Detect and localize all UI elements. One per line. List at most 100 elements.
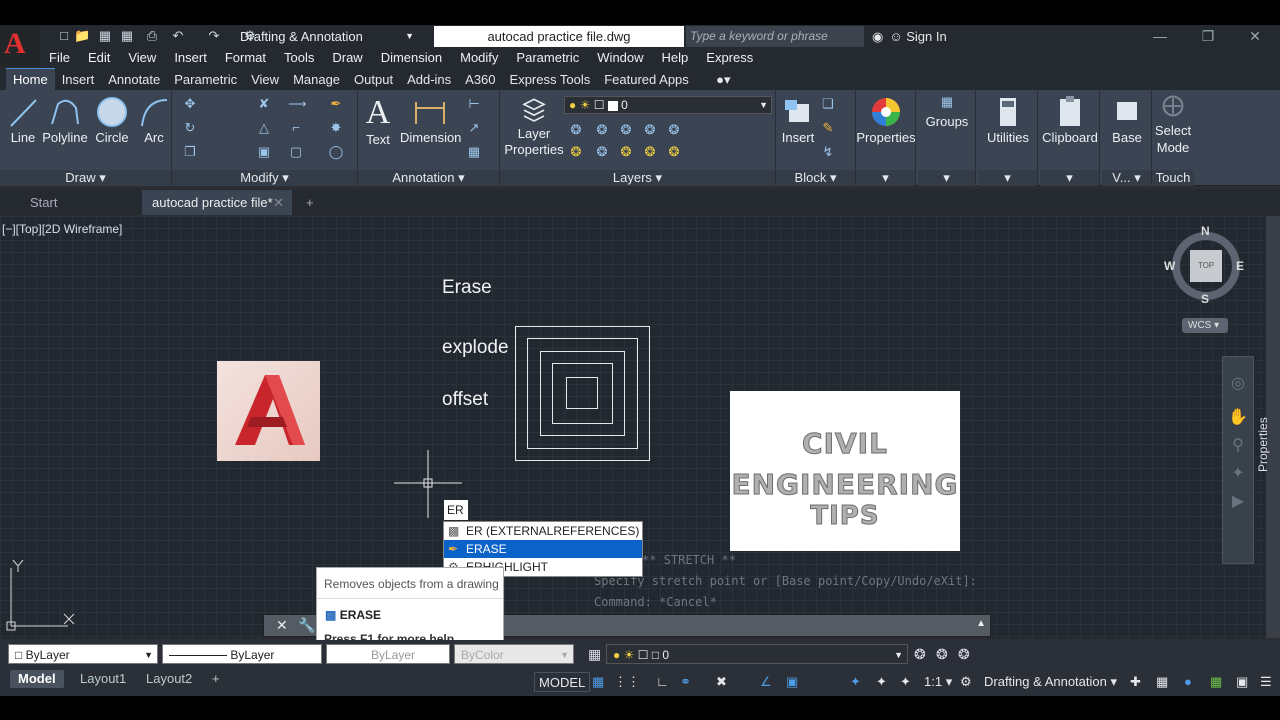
civil-engineering-tips-image[interactable]: CIVIL ENGINEERING TIPS: [730, 391, 960, 551]
groups-panel-expand[interactable]: ▾: [918, 170, 975, 186]
menu-modify[interactable]: Modify: [460, 48, 498, 68]
ribbon-options-icon[interactable]: ●▾: [709, 69, 737, 91]
layers-panel-title[interactable]: Layers ▾: [500, 170, 775, 186]
draw-panel-title[interactable]: Draw ▾: [0, 170, 171, 186]
utilities-tool[interactable]: Utilities: [978, 94, 1038, 145]
view-panel-title[interactable]: V... ▾: [1102, 170, 1151, 186]
layer-tool-icon-7[interactable]: ❂: [594, 144, 610, 160]
extend-icon[interactable]: ⟶: [288, 96, 307, 112]
close-window-button[interactable]: ✕: [1245, 26, 1265, 46]
layer-properties-tool[interactable]: Layer Properties: [504, 96, 564, 158]
gear-icon[interactable]: ⚙: [960, 672, 972, 692]
block-panel-title[interactable]: Block ▾: [776, 170, 855, 186]
plotstyle-dropdown[interactable]: ByColor ▼: [454, 644, 574, 664]
hardware-acceleration-icon[interactable]: ●: [1184, 672, 1192, 692]
layer-tool-icon-1[interactable]: ❂: [568, 122, 584, 138]
leader-icon[interactable]: ↗: [466, 120, 482, 136]
canvas-text-explode[interactable]: explode: [442, 337, 509, 359]
tab-parametric[interactable]: Parametric: [167, 69, 244, 91]
print-icon[interactable]: ⎙: [144, 28, 160, 44]
open-folder-icon[interactable]: 📁: [74, 28, 90, 44]
clipboard-panel-expand[interactable]: ▾: [1040, 170, 1099, 186]
rotate-icon[interactable]: ↻: [182, 120, 198, 136]
block-attribute-icon[interactable]: ↯: [820, 144, 836, 160]
select-mode-tool[interactable]: ⨁ Select Mode: [1152, 94, 1194, 156]
tab-express-tools[interactable]: Express Tools: [503, 69, 598, 91]
tab-view[interactable]: View: [244, 69, 286, 91]
stretch-icon[interactable]: ▣: [256, 144, 272, 160]
tab-home[interactable]: Home: [6, 68, 55, 91]
ortho-icon[interactable]: ∟: [656, 672, 669, 692]
autocad-app-logo[interactable]: A: [0, 25, 40, 67]
isolate-icon[interactable]: ▦: [1156, 672, 1168, 692]
properties-tool[interactable]: Properties: [856, 94, 916, 145]
undo-icon[interactable]: ↶: [170, 28, 186, 44]
zoom-extents-icon[interactable]: ⚲: [1223, 435, 1253, 455]
autocad-logo-image[interactable]: [217, 361, 320, 461]
fullscreen-icon[interactable]: ▣: [1236, 672, 1248, 692]
compass-north[interactable]: N: [1201, 224, 1210, 238]
layer-tool-c-icon[interactable]: ❂: [958, 646, 970, 663]
suggestion-erase[interactable]: ✒ ERASE: [444, 540, 642, 558]
auto-scale-icon[interactable]: ✦: [876, 672, 887, 692]
model-space-toggle[interactable]: MODEL: [534, 672, 591, 692]
menu-view[interactable]: View: [128, 48, 156, 68]
annotation-scale-icon[interactable]: ✦: [900, 672, 911, 692]
menu-parametric[interactable]: Parametric: [516, 48, 579, 68]
layer-tool-icon-4[interactable]: ❂: [642, 122, 658, 138]
command-history-toggle[interactable]: ▲: [976, 618, 986, 629]
menu-dimension[interactable]: Dimension: [381, 48, 442, 68]
layer-manager-icon[interactable]: ▦: [588, 646, 601, 663]
layer-tool-icon-2[interactable]: ❂: [594, 122, 610, 138]
fillet-icon[interactable]: ⌐: [288, 120, 304, 136]
explode-icon[interactable]: ✸: [328, 120, 344, 136]
layer-tool-b-icon[interactable]: ❂: [936, 646, 948, 663]
scale-icon[interactable]: ▢: [288, 144, 304, 160]
redo-icon[interactable]: ↷: [206, 28, 222, 44]
erase-tool-icon[interactable]: ✒: [328, 96, 344, 112]
polyline-tool[interactable]: Polyline: [42, 94, 88, 145]
offset-icon[interactable]: ◯: [328, 144, 344, 160]
layer-tool-icon-6[interactable]: ❂: [568, 144, 584, 160]
menu-insert[interactable]: Insert: [174, 48, 207, 68]
tab-layout1[interactable]: Layout1: [72, 670, 134, 688]
tab-layout2[interactable]: Layout2: [138, 670, 200, 688]
groups-tool[interactable]: ▦ Groups: [918, 94, 976, 129]
workspace-switch[interactable]: Drafting & Annotation ▾: [984, 672, 1117, 692]
edit-block-icon[interactable]: ✎: [820, 120, 836, 136]
menu-tools[interactable]: Tools: [284, 48, 314, 68]
trim-icon[interactable]: ✘: [256, 96, 272, 112]
circle-tool[interactable]: Circle: [92, 94, 132, 145]
layer-tool-icon-8[interactable]: ❂: [618, 144, 634, 160]
canvas-text-erase[interactable]: Erase: [442, 277, 492, 299]
arc-tool[interactable]: Arc: [136, 94, 172, 145]
clipboard-tool[interactable]: Clipboard: [1040, 94, 1100, 145]
plus-icon[interactable]: ✚: [1130, 672, 1141, 692]
tab-featured-apps[interactable]: Featured Apps: [597, 69, 696, 91]
showmotion-icon[interactable]: ▶: [1223, 491, 1253, 511]
suggestion-externalreferences[interactable]: ▩ ER (EXTERNALREFERENCES): [444, 522, 642, 540]
polar-icon[interactable]: ⚭: [680, 672, 691, 692]
create-block-icon[interactable]: ❏: [820, 96, 836, 112]
compass-south[interactable]: S: [1201, 292, 1209, 306]
nested-squares-drawing[interactable]: [510, 322, 656, 468]
menu-draw[interactable]: Draw: [332, 48, 362, 68]
table-icon[interactable]: ▦: [466, 144, 482, 160]
pan-hand-icon[interactable]: ✋: [1223, 407, 1253, 427]
annotation-panel-title[interactable]: Annotation ▾: [358, 170, 499, 186]
isodraft-icon[interactable]: ✖: [716, 672, 727, 692]
layer-control[interactable]: ● ☀ ☐ □ 0 ▼: [606, 644, 908, 664]
layer-tool-a-icon[interactable]: ❂: [914, 646, 926, 663]
tab-start[interactable]: Start: [20, 190, 67, 215]
clean-screen-icon[interactable]: ▦: [1210, 672, 1222, 692]
viewport-controls[interactable]: [−][Top][2D Wireframe]: [2, 222, 122, 236]
properties-panel-expand[interactable]: ▾: [856, 170, 915, 186]
save-as-icon[interactable]: ▦: [119, 28, 135, 44]
move-icon[interactable]: ✥: [182, 96, 198, 112]
menu-format[interactable]: Format: [225, 48, 266, 68]
tab-a360[interactable]: A360: [458, 69, 502, 91]
dynamic-input[interactable]: ER: [444, 500, 468, 520]
text-tool[interactable]: A Text: [360, 94, 396, 147]
grid-icon[interactable]: ▦: [592, 672, 604, 692]
search-input[interactable]: Type a keyword or phrase: [686, 26, 864, 47]
